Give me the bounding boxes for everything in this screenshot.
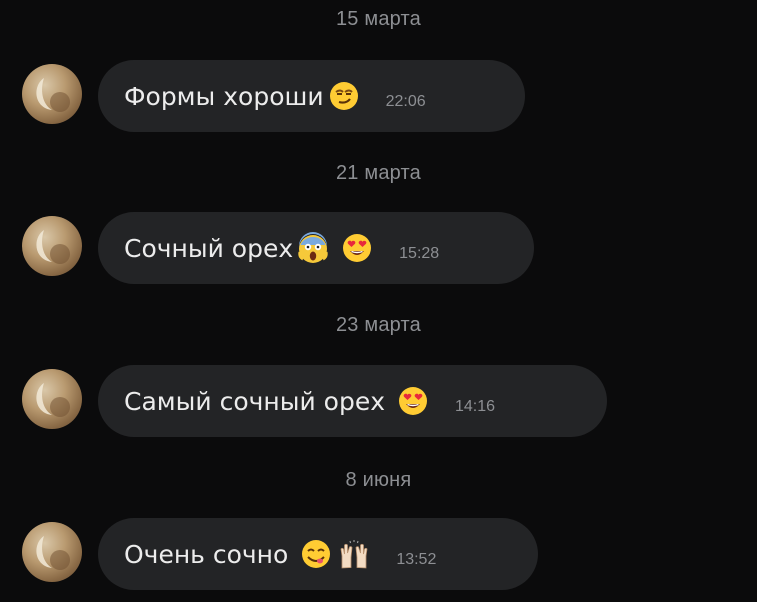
message-bubble[interactable]: Формы хороши 22:06 [98, 60, 525, 132]
message-text: Формы хороши [124, 80, 360, 112]
message-text-content: Очень сочно [124, 539, 289, 569]
chat-message-list[interactable]: 15 марта Формы хороши 22:06 21 марта Соч… [0, 0, 757, 602]
message-row: Самый сочный орех 14:16 [0, 365, 757, 439]
message-text: Очень сочно [124, 538, 370, 570]
message-text-content: Сочный орех [124, 233, 294, 263]
date-separator: 15 марта [335, 8, 422, 30]
smiling-face-with-heart-eyes-icon [341, 232, 373, 264]
raising-hands-icon [338, 538, 370, 570]
date-separator: 8 июня [345, 469, 412, 491]
message-text-content: Самый сочный орех [124, 386, 385, 416]
message-row: Формы хороши 22:06 [0, 60, 757, 134]
smirking-face-icon [328, 80, 360, 112]
face-screaming-in-fear-icon [297, 232, 329, 264]
sender-avatar[interactable] [22, 369, 82, 429]
smiling-face-with-heart-eyes-icon [397, 385, 429, 417]
message-row: Сочный орех 15:28 [0, 212, 757, 286]
sender-avatar[interactable] [22, 522, 82, 582]
sender-avatar[interactable] [22, 216, 82, 276]
message-time: 22:06 [385, 93, 426, 110]
message-time: 14:16 [455, 398, 496, 415]
message-time: 13:52 [396, 551, 437, 568]
message-bubble[interactable]: Самый сочный орех 14:16 [98, 365, 607, 437]
message-time: 15:28 [399, 245, 440, 262]
message-bubble[interactable]: Очень сочно 13:52 [98, 518, 538, 590]
face-savoring-food-icon [300, 538, 332, 570]
date-separator: 21 марта [335, 162, 422, 184]
message-bubble[interactable]: Сочный орех 15:28 [98, 212, 534, 284]
sender-avatar[interactable] [22, 64, 82, 124]
message-text: Сочный орех [124, 232, 373, 264]
message-text-content: Формы хороши [124, 81, 324, 111]
message-text: Самый сочный орех [124, 385, 429, 417]
message-row: Очень сочно 13:52 [0, 518, 757, 592]
date-separator: 23 марта [335, 314, 422, 336]
